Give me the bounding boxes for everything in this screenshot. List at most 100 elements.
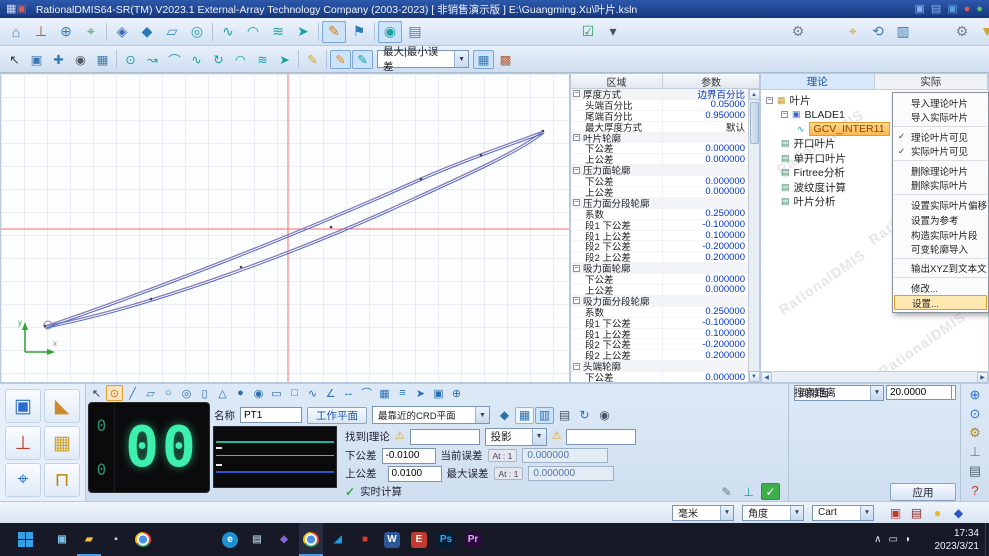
scroll-down-icon[interactable]: ▼	[749, 371, 760, 382]
expander-icon[interactable]	[573, 363, 580, 370]
start-button[interactable]	[6, 523, 44, 556]
premiere-icon[interactable]: Pr	[461, 523, 485, 556]
status-red-icon[interactable]: ●	[964, 4, 971, 15]
legend-grid-icon[interactable]: ▦	[473, 50, 494, 69]
confirm-check-icon[interactable]: ✓	[761, 483, 780, 500]
store-icon[interactable]: ▤	[245, 523, 269, 556]
camera-feature-icon[interactable]: ▣	[430, 385, 447, 401]
scanline-feature-icon[interactable]: ≡	[394, 385, 411, 401]
units-combo[interactable]: 毫米▼	[672, 505, 734, 521]
tab-actual[interactable]: 实际	[875, 74, 989, 89]
photoshop-icon[interactable]: Ps	[434, 523, 458, 556]
edge-icon[interactable]: e	[218, 523, 242, 556]
status-green-icon[interactable]: ●	[976, 4, 983, 15]
material-icon[interactable]: ▣	[887, 504, 904, 521]
context-menu-item[interactable]: 导入理论叶片	[894, 95, 987, 110]
torus-feature-icon[interactable]: ◉	[250, 385, 267, 401]
remote-machine-icon[interactable]: ▣	[914, 4, 924, 15]
filter-icon[interactable]: ▼	[975, 20, 989, 42]
measure-point-icon[interactable]: ⊙	[120, 50, 141, 69]
coordinate-system-icon[interactable]: ⌖	[79, 21, 103, 43]
edit-pen-orange-icon[interactable]: ✎	[330, 50, 351, 69]
context-menu-item[interactable]: 输出XYZ到文本文件 ▶	[894, 261, 987, 278]
distance-feature-icon[interactable]: ↔	[340, 385, 357, 401]
probe-strip-icon[interactable]: ⊥	[965, 443, 986, 461]
graphics-viewport[interactable]: y x	[0, 73, 570, 383]
measure-curve-icon[interactable]: ∿	[216, 21, 240, 43]
rectangle-feature-icon[interactable]: □	[286, 385, 303, 401]
context-menu-item[interactable]: 导入实际叶片	[894, 110, 987, 127]
monitor-icon[interactable]: ▤	[931, 4, 941, 15]
upper-tolerance-input[interactable]	[388, 466, 442, 482]
word-icon[interactable]: W	[380, 523, 404, 556]
probe-icon[interactable]: ⊥	[5, 426, 41, 460]
network-icon[interactable]: ▭	[889, 534, 898, 545]
pan-icon[interactable]: ✚	[48, 50, 69, 69]
calibrate-icon[interactable]: ⊕	[54, 21, 78, 43]
construct-feature-icon[interactable]: ⊕	[448, 385, 465, 401]
probe-small-icon[interactable]: ⊥	[739, 483, 758, 500]
expander-icon[interactable]	[573, 134, 580, 141]
world-icon[interactable]: ◆	[950, 504, 967, 521]
workplane-button[interactable]: 工作平面	[307, 407, 367, 424]
measure-vector-icon[interactable]: ➤	[274, 50, 295, 69]
color-scale-icon[interactable]: ▩	[495, 50, 516, 69]
feature-name-input[interactable]	[240, 407, 302, 423]
expander-icon[interactable]	[573, 297, 580, 304]
volume-icon[interactable]: ◗	[905, 534, 911, 545]
crd-plane-combo[interactable]: 最靠近的CRD平面 ▼	[372, 406, 490, 424]
red-app-icon[interactable]: ■	[353, 523, 377, 556]
measure-surface-icon[interactable]: ◠	[241, 21, 265, 43]
probe-manager-icon[interactable]: ⊥	[29, 21, 53, 43]
expander-icon[interactable]	[573, 265, 580, 272]
refresh-icon[interactable]: ↻	[575, 407, 594, 424]
expander-icon[interactable]	[573, 90, 580, 97]
sphere-feature-icon[interactable]: ●	[232, 385, 249, 401]
lower-tolerance-input[interactable]	[382, 448, 436, 464]
angle-feature-icon[interactable]: ∠	[322, 385, 339, 401]
purple-app-icon[interactable]: ◆	[272, 523, 296, 556]
expander-icon[interactable]	[573, 199, 580, 206]
circle-feature-icon[interactable]: ○	[160, 385, 177, 401]
scroll-right-icon[interactable]: ▶	[977, 372, 988, 383]
terminal-icon[interactable]: ▪	[104, 523, 128, 556]
cylinder-feature-icon[interactable]: ▯	[196, 385, 213, 401]
expander-icon[interactable]	[766, 97, 773, 104]
scan-path-icon[interactable]: ≋	[266, 21, 290, 43]
chrome-active-icon[interactable]	[299, 523, 323, 556]
scroll-up-icon[interactable]: ▲	[749, 89, 760, 100]
context-menu-item[interactable]: ✓ 实际叶片可见	[894, 144, 987, 161]
pinned-app-icon[interactable]: ▣	[50, 523, 74, 556]
zoom-fit-icon[interactable]: ⊙	[965, 405, 986, 423]
measure-grid-icon[interactable]: ≋	[252, 50, 273, 69]
evaluate-icon[interactable]: ◎	[185, 21, 209, 43]
gear-icon[interactable]: ⚙	[965, 424, 986, 442]
context-menu-item[interactable]: 构造实际叶片段	[894, 227, 987, 242]
context-menu-item[interactable]: 可变轮廓导入	[894, 242, 987, 259]
caliper-icon[interactable]: ⊓	[44, 463, 80, 497]
report-icon[interactable]: ▤	[403, 21, 427, 43]
cad-import-icon[interactable]: ◈	[110, 21, 134, 43]
select-icon[interactable]: ↖	[88, 385, 105, 401]
cone-feature-icon[interactable]: △	[214, 385, 231, 401]
error-mode-combo[interactable]: 最大|最小误差 ▼	[377, 50, 469, 68]
measure-section-icon[interactable]: ◠	[230, 50, 251, 69]
projection-value-input[interactable]	[566, 429, 636, 445]
plane-icon[interactable]: ▱	[160, 21, 184, 43]
param-row[interactable]: 下公差 0.000000	[571, 372, 748, 382]
doc-icon[interactable]: ▤	[965, 462, 986, 480]
display-mode-icon[interactable]: ▦	[92, 50, 113, 69]
context-menu-item[interactable]: ✓ 理论叶片可见	[894, 129, 987, 144]
camera-icon[interactable]: ◉	[595, 407, 614, 424]
select-cursor-icon[interactable]: ↖	[4, 50, 25, 69]
blade-analysis-icon[interactable]: ◉	[378, 21, 402, 43]
help-icon[interactable]: ?	[965, 481, 986, 499]
found-count-input[interactable]	[410, 429, 480, 445]
tray-expand-icon[interactable]: ∧	[874, 534, 881, 545]
dropdown-arrow-icon[interactable]: ▾	[601, 20, 625, 42]
annotate-pen-icon[interactable]: ✎	[322, 21, 346, 43]
scroll-left-icon[interactable]: ◀	[761, 372, 772, 383]
list-icon[interactable]: ▤	[555, 407, 574, 424]
machine-icon[interactable]: ⌂	[4, 21, 28, 43]
file-explorer-icon[interactable]: ▰	[77, 523, 101, 556]
